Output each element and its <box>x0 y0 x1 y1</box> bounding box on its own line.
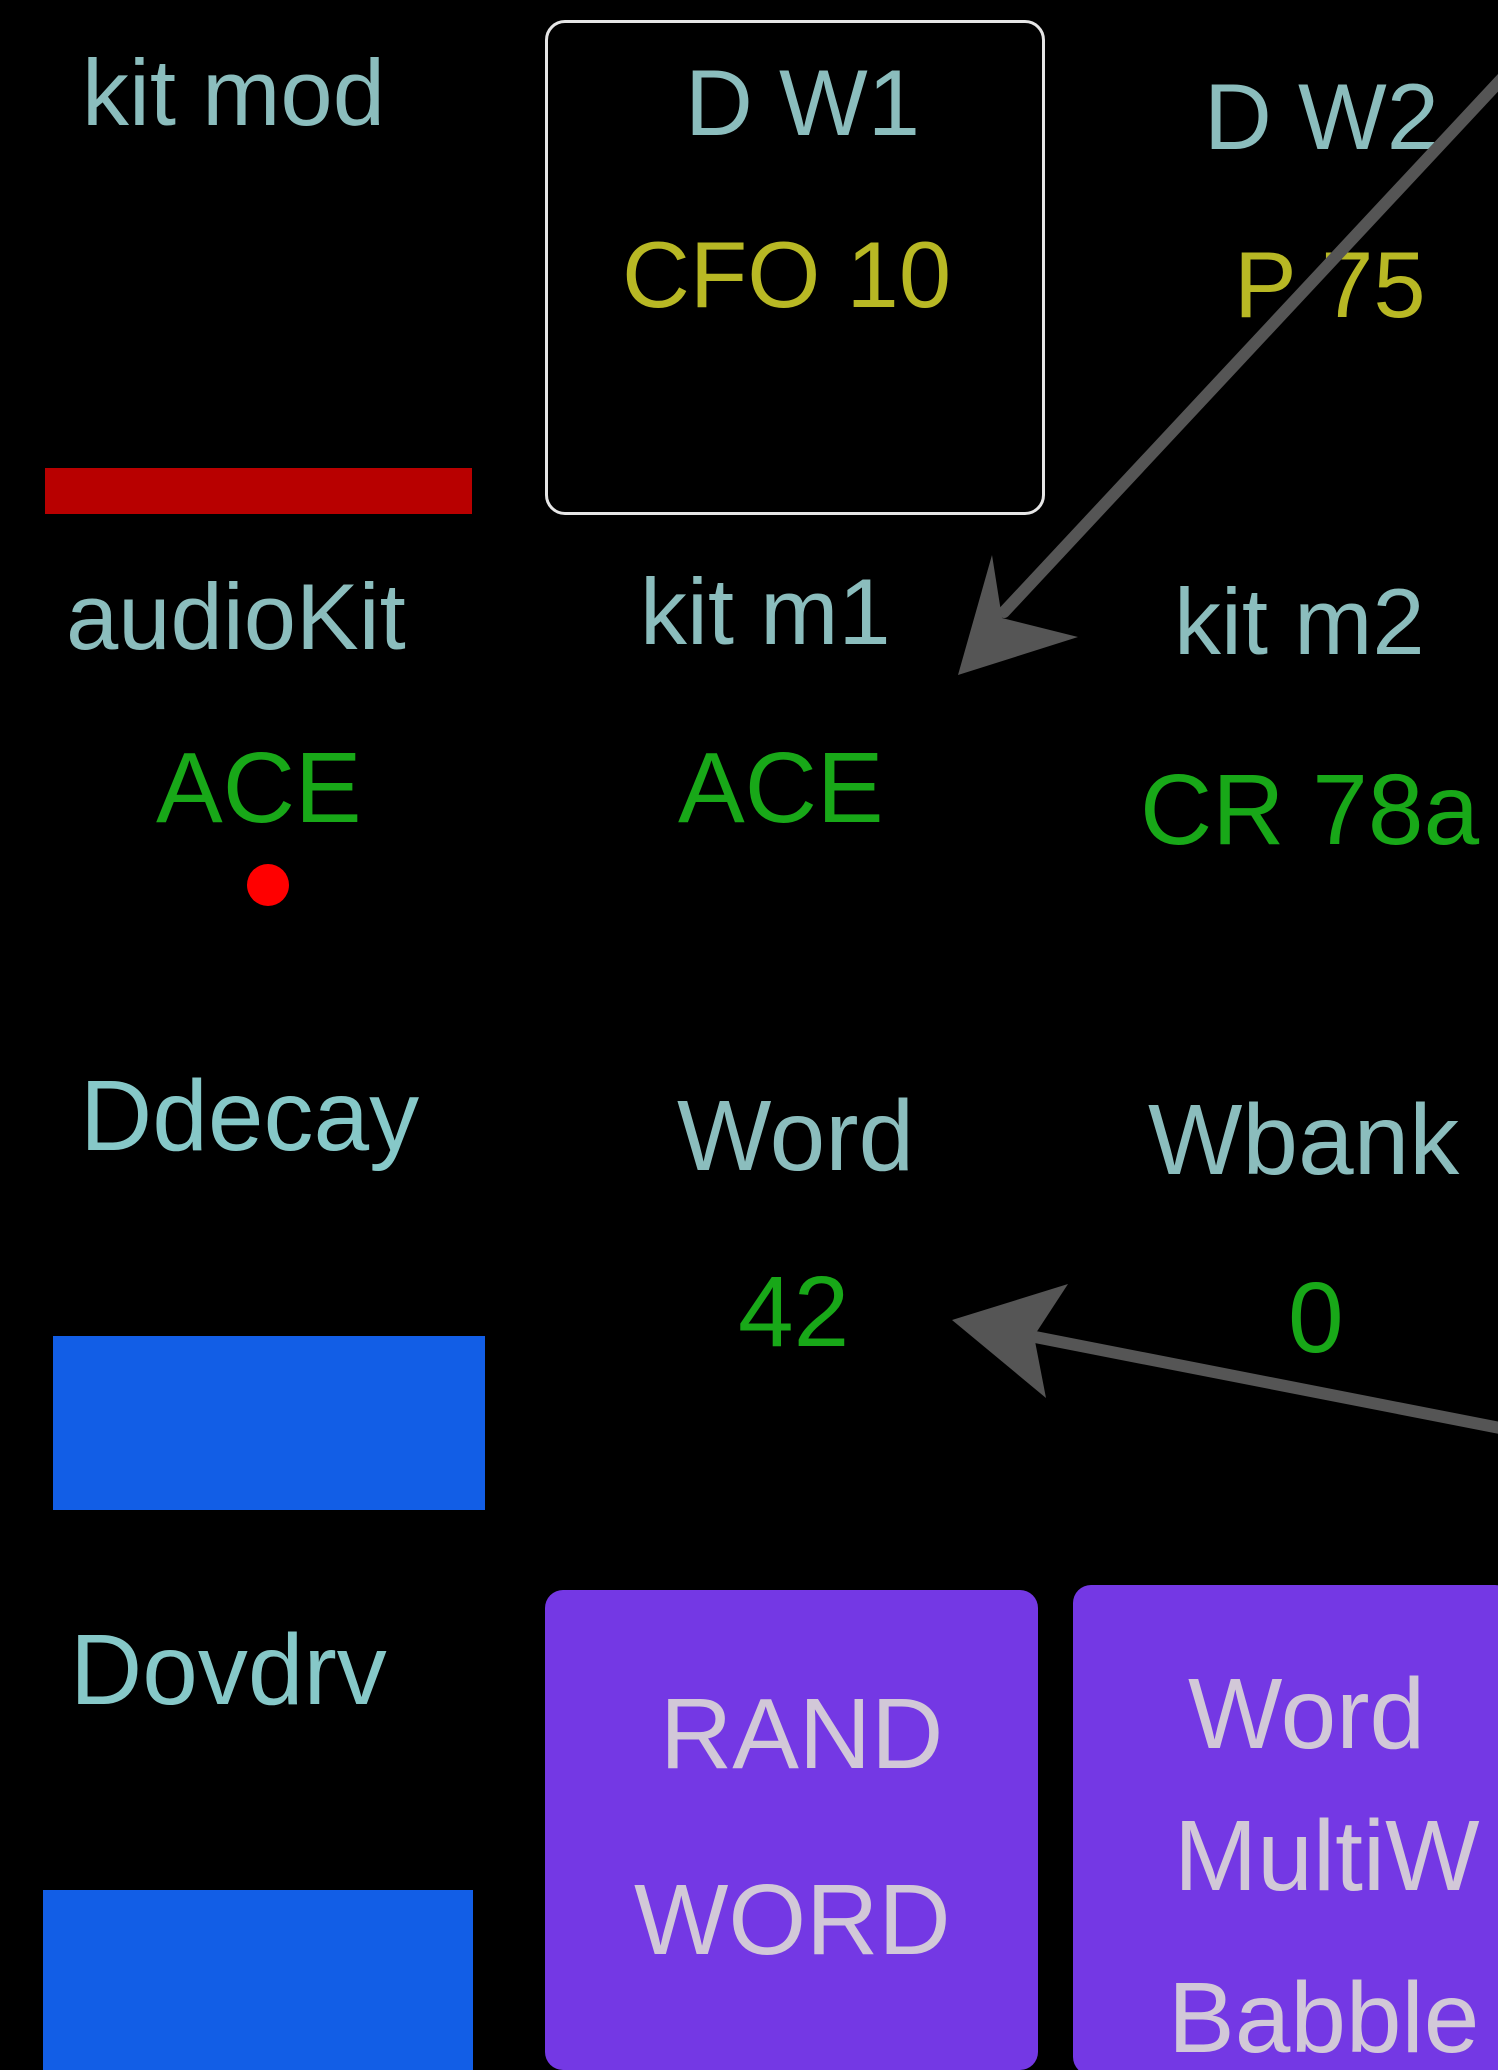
kit-mod-label: kit mod <box>82 40 385 145</box>
kit-m2-label: kit m2 <box>1174 569 1425 674</box>
ddecay-level-bar[interactable] <box>53 1336 485 1510</box>
kit-m2-value: CR 78a <box>1140 754 1480 866</box>
word-mode-line2: MultiW <box>1174 1800 1480 1912</box>
word-value: 42 <box>738 1256 850 1368</box>
word-mode-line3: Babble <box>1168 1962 1480 2070</box>
dw1-value: CFO 10 <box>622 222 952 327</box>
dw2-label: D W2 <box>1204 64 1439 169</box>
arrow-wbank-to-word <box>952 1284 1498 1434</box>
word-mode-line1: Word <box>1188 1658 1426 1770</box>
wbank-value: 0 <box>1288 1262 1344 1374</box>
audiokit-active-indicator <box>247 864 289 906</box>
rand-word-line2: WORD <box>634 1864 951 1976</box>
kit-mod-level-bar[interactable] <box>45 468 472 514</box>
kit-m1-label: kit m1 <box>640 559 891 664</box>
rand-word-button[interactable] <box>545 1590 1038 2070</box>
ddecay-label: Ddecay <box>80 1060 420 1172</box>
word-label: Word <box>677 1080 915 1192</box>
dovdrv-level-bar[interactable] <box>43 1890 473 2070</box>
audiokit-value: ACE <box>156 732 362 844</box>
audiokit-label: audioKit <box>66 564 406 669</box>
rand-word-line1: RAND <box>660 1678 944 1790</box>
dovdrv-label: Dovdrv <box>70 1614 387 1726</box>
wbank-label: Wbank <box>1148 1084 1460 1196</box>
kit-m1-value: ACE <box>678 732 884 844</box>
dw1-label: D W1 <box>685 50 920 155</box>
dw2-value: P 75 <box>1234 232 1426 337</box>
